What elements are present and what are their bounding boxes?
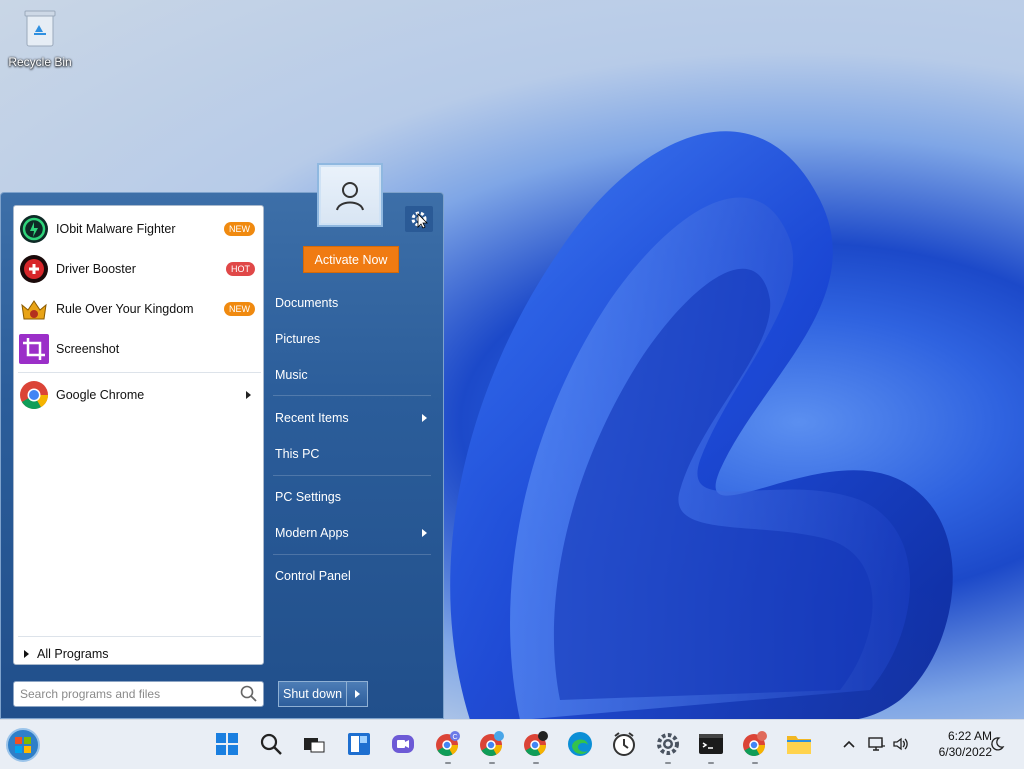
- file-explorer-icon[interactable]: [785, 730, 813, 758]
- chrome-icon: [18, 379, 50, 411]
- chrome-account-icon[interactable]: [522, 730, 550, 764]
- triangle-right-icon: [24, 650, 29, 658]
- running-indicator: [533, 762, 539, 764]
- menu-item-label: Control Panel: [275, 569, 351, 583]
- search-icon[interactable]: [257, 730, 285, 758]
- malware-fighter-icon: [18, 213, 50, 245]
- running-indicator: [752, 762, 758, 764]
- desktop-icon-recycle-bin[interactable]: Recycle Bin: [6, 8, 74, 69]
- chevron-up-icon[interactable]: [838, 730, 860, 758]
- start-menu: IObit Malware Fighter NEW Driver Booster…: [0, 163, 444, 719]
- driver-booster-icon: [18, 253, 50, 285]
- menu-item-label: Music: [275, 368, 308, 382]
- running-indicator: [708, 762, 714, 764]
- menu-item-label: Documents: [275, 296, 339, 310]
- chrome-c-icon[interactable]: C: [434, 730, 462, 764]
- program-name: Driver Booster: [56, 262, 136, 276]
- shutdown-button[interactable]: Shut down: [278, 681, 368, 707]
- running-indicator: [445, 762, 451, 764]
- submenu-arrow-icon: [422, 529, 427, 537]
- program-item-rule-over-your-kingdom[interactable]: Rule Over Your Kingdom NEW: [18, 289, 261, 329]
- menu-item-pictures[interactable]: Pictures: [275, 325, 435, 353]
- program-item-iobit-malware-fighter[interactable]: IObit Malware Fighter NEW: [18, 209, 261, 249]
- all-programs-button[interactable]: All Programs: [18, 644, 261, 664]
- programs-panel: IObit Malware Fighter NEW Driver Booster…: [13, 205, 264, 665]
- task-view-icon[interactable]: [300, 730, 328, 758]
- menu-item-documents[interactable]: Documents: [275, 289, 435, 317]
- program-name: Screenshot: [56, 342, 120, 356]
- menu-item-label: Modern Apps: [275, 526, 349, 540]
- divider: [273, 554, 431, 555]
- desktop-icon-label: Recycle Bin: [8, 55, 72, 69]
- system-clock[interactable]: 6:22 AM 6/30/2022: [939, 728, 992, 760]
- menu-item-label: PC Settings: [275, 490, 342, 504]
- program-item-screenshot[interactable]: Screenshot: [18, 329, 261, 369]
- search-icon[interactable]: [239, 684, 259, 704]
- clock-app-icon[interactable]: [610, 730, 638, 758]
- program-name: Rule Over Your Kingdom: [56, 302, 194, 316]
- chrome-red-icon[interactable]: [741, 730, 769, 764]
- menu-item-pc-settings[interactable]: PC Settings: [275, 483, 435, 511]
- search-box: [13, 681, 264, 707]
- hot-badge: HOT: [226, 262, 255, 276]
- menu-item-label: This PC: [275, 447, 320, 461]
- shutdown-label: Shut down: [283, 687, 343, 701]
- divider: [273, 395, 431, 396]
- program-item-google-chrome[interactable]: Google Chrome: [18, 375, 261, 415]
- gear-icon[interactable]: [405, 206, 433, 232]
- recycle-bin-icon: [24, 10, 56, 47]
- start-orb-icon[interactable]: [4, 726, 42, 764]
- program-name: Google Chrome: [56, 388, 145, 402]
- menu-item-modern-apps[interactable]: Modern Apps: [275, 519, 435, 547]
- triangle-right-icon: [354, 690, 360, 698]
- screenshot-icon: [18, 333, 50, 365]
- shutdown-options-button[interactable]: [346, 682, 367, 706]
- edge-icon[interactable]: [566, 730, 594, 758]
- clock-date: 6/30/2022: [938, 745, 992, 759]
- menu-item-control-panel[interactable]: Control Panel: [275, 562, 435, 590]
- svg-text:C: C: [452, 734, 457, 741]
- program-item-driver-booster[interactable]: Driver Booster HOT: [18, 249, 261, 289]
- taskbar: C 6:22 AM 6/30/2022: [0, 719, 1024, 769]
- search-input[interactable]: [14, 686, 239, 702]
- new-badge: NEW: [224, 222, 255, 236]
- divider: [18, 636, 261, 637]
- all-programs-label: All Programs: [37, 647, 109, 661]
- network-icon[interactable]: [866, 730, 888, 758]
- divider: [273, 475, 431, 476]
- user-icon: [336, 182, 364, 211]
- submenu-arrow-icon[interactable]: [246, 391, 251, 399]
- running-indicator: [665, 762, 671, 764]
- kingdom-icon: [18, 293, 50, 325]
- program-name: IObit Malware Fighter: [56, 222, 176, 236]
- focus-assist-moon-icon[interactable]: [986, 730, 1008, 758]
- running-indicator: [489, 762, 495, 764]
- windows-start-icon[interactable]: [213, 730, 241, 758]
- new-badge: NEW: [224, 302, 255, 316]
- divider: [18, 372, 261, 373]
- terminal-icon[interactable]: [697, 730, 725, 764]
- user-avatar[interactable]: [317, 163, 383, 227]
- volume-icon[interactable]: [890, 730, 912, 758]
- menu-item-this-pc[interactable]: This PC: [275, 440, 435, 468]
- teams-chat-icon[interactable]: [389, 730, 417, 758]
- menu-item-label: Pictures: [275, 332, 321, 346]
- activate-now-button[interactable]: Activate Now: [303, 246, 399, 273]
- menu-item-recent-items[interactable]: Recent Items: [275, 404, 435, 432]
- clock-time: 6:22 AM: [947, 729, 992, 743]
- menu-item-label: Recent Items: [275, 411, 349, 425]
- chrome-profile-icon[interactable]: [478, 730, 506, 764]
- widgets-icon[interactable]: [345, 730, 373, 758]
- settings-icon[interactable]: [654, 730, 682, 764]
- menu-item-music[interactable]: Music: [275, 361, 435, 389]
- submenu-arrow-icon: [422, 414, 427, 422]
